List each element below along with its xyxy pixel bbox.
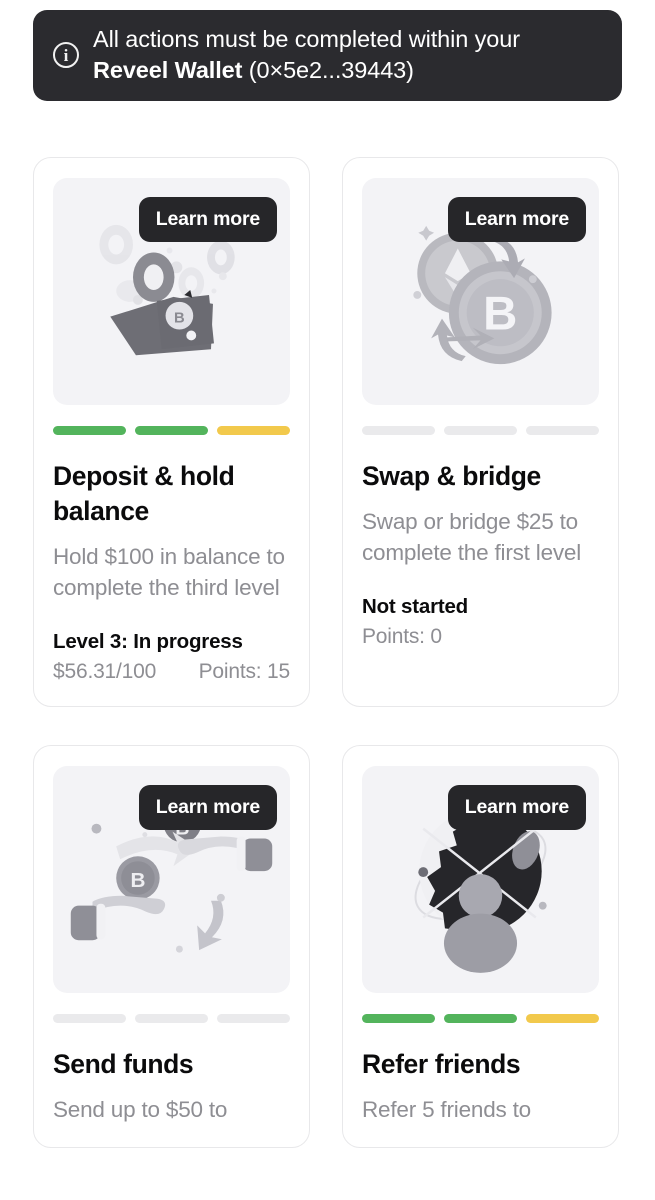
svg-text:B: B [130, 869, 145, 892]
progress-bar-segment-1 [362, 426, 435, 435]
card-meta: $56.31/100 Points: 15 [53, 660, 290, 684]
learn-more-button[interactable]: Learn more [138, 784, 277, 830]
learn-more-button[interactable]: Learn more [138, 197, 277, 242]
card-status: Level 3: In progress [53, 629, 243, 653]
progress-bars [362, 426, 599, 435]
card-media-panel: B B Learn more [53, 765, 290, 993]
card-title: Swap & bridge [362, 461, 541, 491]
progress-bar-segment-3 [526, 426, 599, 435]
quest-card-grid: B Learn more Deposit & hold balance Hold… [33, 157, 622, 1149]
quest-card-deposit-hold-balance[interactable]: B Learn more Deposit & hold balance Hold… [33, 157, 310, 707]
wallet-notice-text: All actions must be completed within you… [93, 24, 604, 87]
card-description: Send up to $50 to [53, 1096, 228, 1122]
card-media-panel: B Learn more [362, 178, 599, 405]
progress-bar-segment-2 [444, 426, 517, 435]
learn-more-button[interactable]: Learn more [447, 784, 586, 830]
card-description: Swap or bridge $25 to complete the first… [362, 508, 582, 566]
card-points: Points: 0 [362, 624, 442, 648]
learn-more-button[interactable]: Learn more [447, 197, 586, 242]
quest-card-send-funds[interactable]: B B Learn more [33, 744, 310, 1149]
card-media-panel: B Learn more [53, 178, 290, 405]
progress-bar-segment-1 [53, 1013, 126, 1023]
card-media-panel: Learn more [362, 765, 599, 993]
card-title: Refer friends [362, 1048, 521, 1079]
card-title: Send funds [53, 1048, 194, 1079]
wallet-name: Reveel Wallet [93, 57, 243, 84]
wallet-notice-line1: All actions must be completed within you… [93, 26, 520, 52]
quest-card-swap-bridge[interactable]: B Learn more Swap & bridge Swap or bridg… [342, 157, 619, 707]
quest-card-refer-friends[interactable]: Learn more Refer friends Refer 5 friends… [342, 744, 619, 1149]
card-description: Refer 5 friends to [362, 1096, 531, 1122]
svg-text:B: B [174, 311, 185, 327]
progress-bar-segment-3 [526, 1013, 599, 1023]
card-meta: Points: 0 [362, 625, 599, 649]
progress-bar-segment-2 [444, 1013, 517, 1023]
progress-bars [53, 1013, 290, 1023]
progress-bar-segment-3 [217, 426, 290, 435]
card-description: Hold $100 in balance to complete the thi… [53, 543, 285, 601]
card-amount: $56.31/100 [53, 659, 157, 683]
wallet-notice-banner: i All actions must be completed within y… [33, 10, 622, 101]
progress-bars [53, 426, 290, 435]
progress-bar-segment-3 [217, 1013, 290, 1023]
progress-bar-segment-1 [53, 426, 126, 435]
progress-bar-segment-2 [135, 426, 208, 435]
progress-bar-segment-2 [135, 1013, 208, 1023]
progress-bars [362, 1013, 599, 1023]
card-status: Not started [362, 594, 469, 618]
card-title: Deposit & hold balance [53, 461, 235, 526]
card-points: Points: 15 [198, 659, 291, 683]
info-circle-icon: i [53, 42, 79, 69]
progress-bar-segment-1 [362, 1013, 435, 1023]
wallet-address: (0×5e2...39443) [242, 57, 414, 84]
rewards-page: i All actions must be completed within y… [0, 0, 655, 1200]
svg-text:B: B [483, 288, 517, 341]
